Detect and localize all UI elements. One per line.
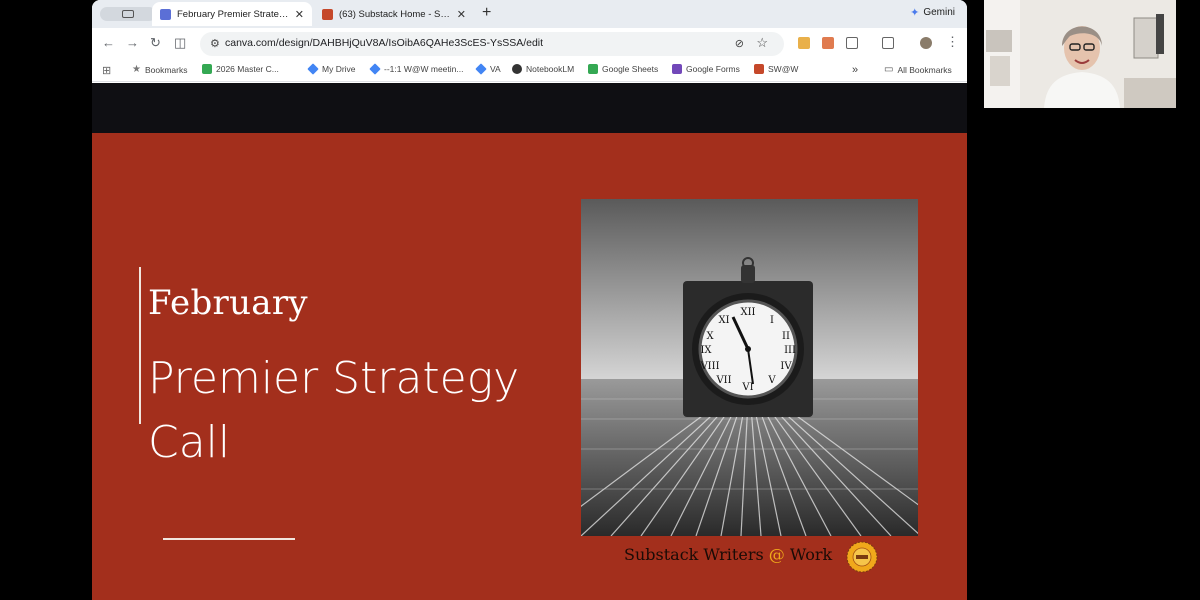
svg-text:XI: XI bbox=[718, 315, 729, 326]
tab-title: (63) Substack Home - Substack bbox=[339, 8, 451, 20]
svg-text:VI: VI bbox=[741, 382, 753, 393]
forms-icon bbox=[672, 64, 682, 74]
folder-icon: ▭ bbox=[884, 64, 894, 75]
tracking-blocked-icon[interactable]: ⊘ bbox=[735, 37, 744, 50]
all-bookmarks-button[interactable]: ▭ All Bookmarks bbox=[884, 64, 952, 75]
sparkle-icon: ✦ bbox=[910, 7, 920, 19]
bookmark-label: VA bbox=[490, 64, 501, 74]
bookmark-item[interactable]: ★ Bookmarks bbox=[132, 64, 187, 75]
sunburst-badge-icon bbox=[846, 541, 878, 573]
forward-button[interactable]: → bbox=[126, 36, 139, 50]
canva-favicon-icon bbox=[160, 8, 171, 20]
sheets-icon bbox=[588, 64, 598, 74]
tab-search-icon[interactable] bbox=[882, 37, 894, 49]
slide-kicker[interactable]: February bbox=[148, 283, 308, 323]
tab-title: February Premier Strategy Call bbox=[177, 8, 289, 20]
profile-switcher[interactable] bbox=[100, 7, 156, 21]
bookmark-item[interactable]: Google Forms bbox=[672, 64, 740, 74]
reload-button[interactable]: ↻ bbox=[150, 36, 161, 50]
presentation-slide[interactable]: February Premier Strategy Call XII I II … bbox=[92, 133, 967, 600]
bookmark-label: --1:1 W@W meetin... bbox=[384, 64, 464, 74]
drive-icon bbox=[369, 63, 381, 75]
close-icon[interactable]: ✕ bbox=[457, 8, 466, 21]
apps-grid-icon[interactable]: ⊞ bbox=[102, 64, 111, 77]
avatar[interactable] bbox=[920, 37, 932, 49]
sheets-icon bbox=[202, 64, 212, 74]
bookmark-label: 2026 Master C... bbox=[216, 64, 279, 74]
substack-icon bbox=[754, 64, 764, 74]
bookmark-item[interactable]: 2026 Master C... bbox=[202, 64, 279, 74]
bookmark-label: SW@W bbox=[768, 64, 799, 74]
canva-header-area bbox=[92, 83, 967, 133]
svg-text:XII: XII bbox=[740, 307, 755, 318]
person-video-feed bbox=[984, 0, 1176, 108]
drive-icon bbox=[475, 63, 487, 75]
clock-illustration: XII I II III IV V VI VII VIII IX X XI bbox=[581, 199, 918, 536]
bookmark-item[interactable]: NotebookLM bbox=[512, 64, 574, 74]
caption-at-symbol: @ bbox=[768, 545, 785, 564]
svg-text:III: III bbox=[784, 345, 796, 356]
brand-caption[interactable]: Substack Writers @ Work bbox=[624, 545, 832, 564]
notebooklm-icon bbox=[512, 64, 522, 74]
address-bar[interactable]: ⚙ canva.com/design/DAHBHjQuV8A/IsOibA6QA… bbox=[200, 32, 784, 56]
clock-image[interactable]: XII I II III IV V VI VII VIII IX X XI bbox=[581, 199, 918, 536]
bookmark-label: Google Sheets bbox=[602, 64, 659, 74]
new-tab-button[interactable]: + bbox=[482, 4, 491, 22]
slide-headline[interactable]: Premier Strategy Call bbox=[148, 347, 528, 475]
tab-february-strategy-call[interactable]: February Premier Strategy Call ✕ bbox=[152, 2, 312, 26]
webcam-preview bbox=[984, 0, 1176, 108]
menu-icon[interactable]: ⋮ bbox=[946, 35, 959, 49]
svg-text:I: I bbox=[770, 315, 774, 326]
bookmark-label: My Drive bbox=[322, 64, 356, 74]
svg-text:IV: IV bbox=[780, 361, 792, 372]
bookmark-label: All Bookmarks bbox=[897, 64, 952, 75]
caption-text: Substack Writers bbox=[624, 545, 769, 564]
svg-text:X: X bbox=[706, 331, 714, 342]
browser-toolbar: ← → ↻ ◫ ⚙ canva.com/design/DAHBHjQuV8A/I… bbox=[92, 28, 967, 60]
substack-favicon-icon bbox=[322, 8, 333, 20]
tab-strip: February Premier Strategy Call ✕ (63) Su… bbox=[92, 0, 967, 28]
slide-divider-vertical bbox=[139, 267, 141, 424]
extension-icon[interactable] bbox=[798, 37, 810, 49]
drive-icon bbox=[307, 63, 319, 75]
back-button[interactable]: ← bbox=[102, 36, 115, 50]
extensions-puzzle-icon[interactable] bbox=[846, 37, 858, 49]
url-text: canva.com/design/DAHBHjQuV8A/IsOibA6QAHe… bbox=[225, 37, 544, 49]
bookmark-item[interactable]: --1:1 W@W meetin... bbox=[369, 63, 464, 75]
close-icon[interactable]: ✕ bbox=[295, 8, 304, 21]
bookmarks-bar: ⊞ ★ Bookmarks 2026 Master C... My Drive … bbox=[92, 60, 967, 82]
site-info-icon[interactable]: ⚙ bbox=[210, 37, 220, 50]
svg-text:IX: IX bbox=[700, 345, 712, 356]
bookmark-item[interactable]: My Drive bbox=[307, 63, 356, 75]
more-bookmarks-button[interactable]: » bbox=[852, 64, 858, 76]
svg-text:VII: VII bbox=[715, 375, 731, 386]
bookmark-label: Google Forms bbox=[686, 64, 740, 74]
bookmark-label: Bookmarks bbox=[144, 64, 188, 75]
gemini-label: Gemini bbox=[923, 7, 955, 18]
bookmark-item[interactable]: SW@W bbox=[754, 64, 798, 74]
svg-text:II: II bbox=[782, 331, 790, 342]
side-panel-button[interactable]: ◫ bbox=[174, 36, 186, 50]
extension-icon[interactable] bbox=[822, 37, 834, 49]
caption-text: Work bbox=[784, 545, 833, 564]
bookmark-item[interactable]: VA bbox=[475, 63, 501, 75]
bookmark-label: NotebookLM bbox=[526, 64, 575, 74]
slide-divider-horizontal bbox=[163, 538, 295, 540]
bookmark-star-icon[interactable]: ☆ bbox=[756, 35, 768, 51]
gemini-button[interactable]: ✦ Gemini bbox=[910, 6, 955, 19]
svg-text:VIII: VIII bbox=[699, 361, 719, 372]
tab-substack-home[interactable]: (63) Substack Home - Substack ✕ bbox=[314, 2, 474, 26]
browser-window: February Premier Strategy Call ✕ (63) Su… bbox=[92, 0, 967, 600]
bookmark-item[interactable]: Google Sheets bbox=[588, 64, 658, 74]
window-icon bbox=[122, 10, 134, 18]
svg-text:V: V bbox=[767, 375, 776, 386]
